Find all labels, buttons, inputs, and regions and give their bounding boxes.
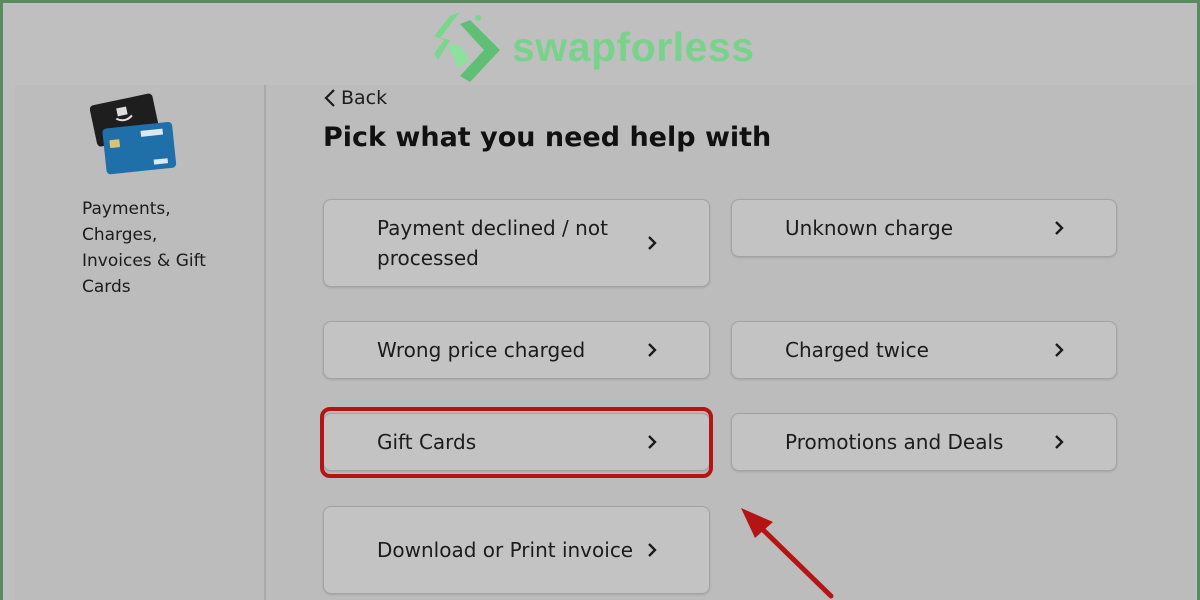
option-label: Wrong price charged xyxy=(377,338,586,362)
option-label: Download or Print invoice xyxy=(377,538,634,562)
sidebar-label-line: Charges, xyxy=(82,225,158,245)
payment-cards-icon xyxy=(90,93,177,175)
brand-name: swapforless xyxy=(512,24,755,70)
highlight-box xyxy=(320,407,713,478)
option-label: Promotions and Deals xyxy=(785,430,1004,454)
chevron-right-icon xyxy=(648,543,657,557)
option-label: Unknown charge xyxy=(785,216,953,240)
sidebar-label-line: Invoices & Gift xyxy=(82,251,206,271)
option-unknown-charge[interactable]: Unknown charge xyxy=(731,199,1117,257)
option-download-invoice[interactable]: Download or Print invoice xyxy=(323,506,710,594)
option-payment-declined[interactable]: Payment declined / not processed xyxy=(323,199,710,287)
brand-watermark: swapforless xyxy=(430,10,755,85)
option-promotions-deals[interactable]: Promotions and Deals xyxy=(731,413,1117,471)
page-title: Pick what you need help with xyxy=(323,122,772,153)
swapforless-logo-icon xyxy=(434,11,500,82)
chevron-right-icon xyxy=(1055,343,1064,357)
sidebar-label-line: Cards xyxy=(82,277,131,297)
chevron-right-icon xyxy=(648,343,657,357)
sidebar-category-label[interactable]: Payments, Charges, Invoices & Gift Cards xyxy=(82,196,242,300)
chevron-left-icon xyxy=(324,89,335,107)
back-link[interactable]: Back xyxy=(323,87,387,109)
option-label: Charged twice xyxy=(785,338,929,362)
chevron-right-icon xyxy=(648,236,657,250)
back-label: Back xyxy=(341,87,388,109)
sidebar-divider xyxy=(264,85,266,600)
option-wrong-price[interactable]: Wrong price charged xyxy=(323,321,710,379)
chevron-right-icon xyxy=(1055,435,1064,449)
chevron-right-icon xyxy=(1055,221,1064,235)
option-label: Payment declined / not processed xyxy=(377,216,608,270)
annotation-arrow-icon xyxy=(741,508,834,599)
option-charged-twice[interactable]: Charged twice xyxy=(731,321,1117,379)
sidebar-label-line: Payments, xyxy=(82,199,171,219)
